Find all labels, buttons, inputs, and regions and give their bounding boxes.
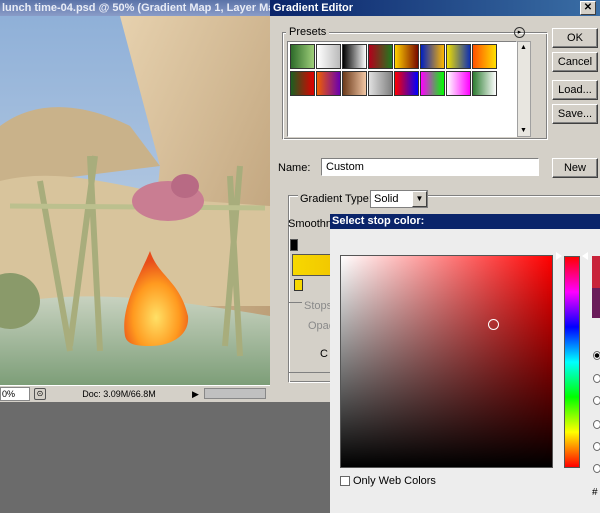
only-web-colors-label: Only Web Colors xyxy=(353,475,436,487)
color-picker-title: Select stop color: xyxy=(330,214,600,229)
radio-saturation[interactable] xyxy=(593,374,600,383)
new-button[interactable]: New xyxy=(552,158,598,178)
preset-swatch[interactable] xyxy=(316,71,341,96)
zoom-field[interactable]: 0% xyxy=(0,387,30,401)
dialog-title: Gradient Editor xyxy=(273,2,354,14)
document-canvas[interactable] xyxy=(0,16,270,385)
radio-blue[interactable] xyxy=(593,464,600,473)
scroll-down-icon[interactable]: ▼ xyxy=(520,127,527,134)
save-button[interactable]: Save... xyxy=(552,104,598,124)
smoothness-label: Smoothn xyxy=(288,218,333,230)
preset-swatch[interactable] xyxy=(342,44,367,69)
color-field-cursor[interactable] xyxy=(488,319,499,330)
radio-brightness[interactable] xyxy=(593,396,600,405)
preset-swatch[interactable] xyxy=(420,44,445,69)
preset-swatch[interactable] xyxy=(368,44,393,69)
preset-swatch[interactable] xyxy=(368,71,393,96)
preset-swatch[interactable] xyxy=(472,71,497,96)
preset-swatch[interactable] xyxy=(342,71,367,96)
hue-slider[interactable] xyxy=(564,256,580,468)
stop-color-label: C xyxy=(320,348,328,360)
preset-swatch[interactable] xyxy=(472,44,497,69)
radio-hue[interactable] xyxy=(593,351,600,360)
cancel-button[interactable]: Cancel xyxy=(552,52,598,72)
preset-swatch[interactable] xyxy=(290,71,315,96)
preset-swatch[interactable] xyxy=(420,71,445,96)
presets-menu-icon[interactable]: ▸ xyxy=(514,27,525,38)
current-color-swatch[interactable] xyxy=(592,288,600,318)
canvas-artwork xyxy=(0,16,270,385)
horizontal-scrollbar[interactable] xyxy=(204,388,266,399)
color-stop-marker[interactable] xyxy=(294,279,303,291)
hue-slider-left-arrow[interactable] xyxy=(556,252,562,260)
close-icon[interactable]: ✕ xyxy=(580,1,596,15)
doc-size-info: Doc: 3.09M/66.8M xyxy=(82,389,156,399)
document-title: lunch time-04.psd @ 50% (Gradient Map 1,… xyxy=(0,0,270,16)
load-button[interactable]: Load... xyxy=(552,80,598,100)
color-picker-dialog: Select stop color: Only Web Colors # xyxy=(330,214,600,513)
radio-red[interactable] xyxy=(593,420,600,429)
presets-scrollbar[interactable]: ▲ ▼ xyxy=(517,41,531,137)
only-web-colors-checkbox[interactable] xyxy=(340,476,350,486)
gradient-preview-bar[interactable] xyxy=(292,254,332,276)
play-arrow-icon[interactable]: ▶ xyxy=(192,388,202,400)
hue-slider-right-arrow[interactable] xyxy=(582,252,588,260)
scroll-up-icon[interactable]: ▲ xyxy=(520,44,527,51)
name-input[interactable]: Custom xyxy=(321,158,539,176)
presets-list xyxy=(287,41,517,137)
opacity-stop-marker[interactable] xyxy=(290,239,298,251)
chevron-down-icon[interactable]: ▼ xyxy=(412,191,427,207)
presets-label: Presets xyxy=(286,26,330,38)
preset-swatch[interactable] xyxy=(290,44,315,69)
gradient-type-label: Gradient Type: xyxy=(298,193,374,205)
preset-swatch[interactable] xyxy=(394,71,419,96)
preset-swatch[interactable] xyxy=(446,71,471,96)
document-window: lunch time-04.psd @ 50% (Gradient Map 1,… xyxy=(0,0,270,402)
radio-green[interactable] xyxy=(593,442,600,451)
ok-button[interactable]: OK xyxy=(552,28,598,48)
preset-swatch[interactable] xyxy=(446,44,471,69)
saturation-brightness-field[interactable] xyxy=(340,255,553,468)
preset-swatch[interactable] xyxy=(316,44,341,69)
hex-label: # xyxy=(592,487,598,498)
status-bar: 0% ⊙ Doc: 3.09M/66.8M ▶ xyxy=(0,385,270,402)
dialog-title-bar: Gradient Editor ✕ xyxy=(270,0,600,16)
preset-swatch[interactable] xyxy=(394,44,419,69)
name-label: Name: xyxy=(278,162,311,174)
new-color-swatch xyxy=(592,256,600,288)
info-icon[interactable]: ⊙ xyxy=(34,388,46,400)
